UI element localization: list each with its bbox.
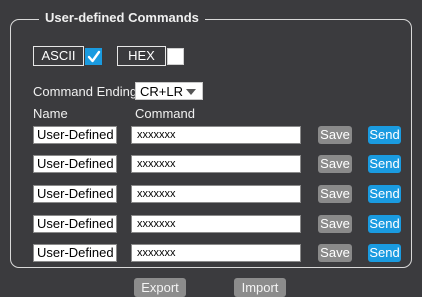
command-input-4[interactable]: xxxxxxx: [131, 215, 301, 233]
command-name-input-4[interactable]: User-Defined 4: [33, 215, 117, 233]
command-ending-label: Command Ending:: [33, 84, 141, 99]
command-input-3[interactable]: xxxxxxx: [131, 185, 301, 203]
send-button-2[interactable]: Send: [368, 155, 401, 173]
ascii-mode-label: ASCII: [33, 46, 84, 66]
command-input-2[interactable]: xxxxxxx: [131, 155, 301, 173]
chevron-down-icon: [186, 89, 196, 95]
command-name-input-3[interactable]: User-Defined 3: [33, 185, 117, 203]
hex-checkbox[interactable]: [167, 48, 184, 65]
save-button-1[interactable]: Save: [318, 126, 352, 144]
panel-title: User-defined Commands: [39, 10, 205, 25]
command-input-5[interactable]: xxxxxxx: [131, 244, 301, 262]
save-button-4[interactable]: Save: [318, 215, 352, 233]
save-button-3[interactable]: Save: [318, 185, 352, 203]
send-button-3[interactable]: Send: [368, 185, 401, 203]
hex-mode-label: HEX: [117, 46, 166, 66]
save-button-2[interactable]: Save: [318, 155, 352, 173]
send-button-1[interactable]: Send: [368, 126, 401, 144]
send-button-5[interactable]: Send: [368, 244, 401, 262]
import-button[interactable]: Import: [234, 278, 286, 297]
command-name-input-1[interactable]: User-Defined 1: [33, 126, 117, 144]
ascii-checkbox[interactable]: [85, 48, 102, 65]
command-name-input-5[interactable]: User-Defined 5: [33, 244, 117, 262]
command-ending-select[interactable]: CR+LR: [135, 82, 203, 100]
command-ending-value: CR+LR: [140, 84, 183, 99]
save-button-5[interactable]: Save: [318, 244, 352, 262]
name-column-header: Name: [33, 106, 68, 121]
export-button[interactable]: Export: [134, 278, 186, 297]
command-name-input-2[interactable]: User-Defined 2: [33, 155, 117, 173]
send-button-4[interactable]: Send: [368, 215, 401, 233]
command-column-header: Command: [135, 106, 195, 121]
command-input-1[interactable]: xxxxxxx: [131, 126, 301, 144]
checkmark-icon: [87, 50, 101, 63]
